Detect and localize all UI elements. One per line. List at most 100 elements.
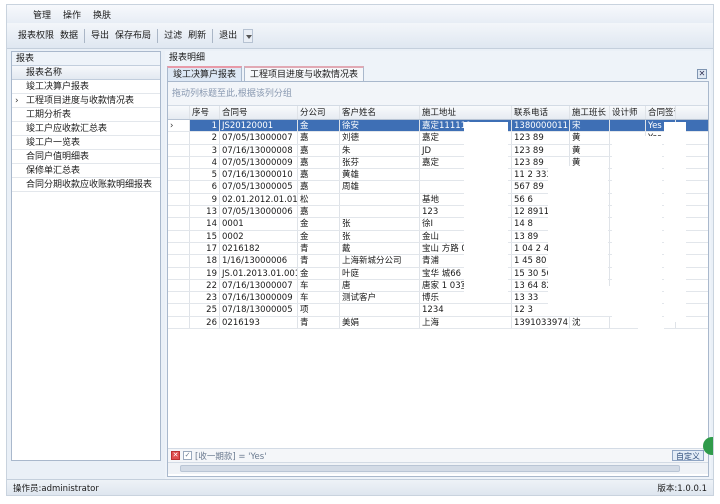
table-cell[interactable]: 22: [190, 279, 220, 292]
tab-progress-collection-report[interactable]: 工程项目进度与收款情况表: [244, 66, 365, 81]
data-button[interactable]: 数据: [57, 28, 81, 44]
export-button[interactable]: 导出: [88, 28, 112, 44]
row-indicator[interactable]: [168, 169, 190, 181]
table-cell[interactable]: 0216193: [220, 316, 298, 329]
column-header[interactable]: 设计师: [610, 106, 646, 119]
column-header[interactable]: 客户姓名: [340, 106, 420, 119]
table-cell[interactable]: 15: [190, 230, 220, 242]
table-cell[interactable]: 测试客户: [340, 292, 420, 304]
table-cell[interactable]: 07/05/13000006: [220, 206, 298, 218]
column-header[interactable]: 分公司: [298, 106, 340, 119]
table-cell[interactable]: JS20120001: [220, 120, 298, 132]
report-name-column-header[interactable]: 报表名称: [12, 66, 160, 80]
table-cell[interactable]: 黄雄: [340, 169, 420, 181]
table-cell[interactable]: 13: [190, 206, 220, 218]
table-cell[interactable]: 车: [298, 279, 340, 292]
table-cell[interactable]: 07/05/13000009: [220, 156, 298, 169]
table-cell[interactable]: 17: [190, 242, 220, 255]
scrollbar-thumb[interactable]: [180, 465, 680, 472]
table-cell[interactable]: 02.01.2012.01.0125: [220, 193, 298, 206]
customize-filter-button[interactable]: 自定义: [672, 450, 704, 461]
report-permission-button[interactable]: 报表权限: [15, 28, 57, 44]
table-cell[interactable]: 叶庭: [340, 267, 420, 279]
enable-filter-checkbox[interactable]: ✓: [183, 451, 192, 460]
row-indicator[interactable]: [168, 279, 190, 292]
table-cell[interactable]: 123 89: [512, 144, 570, 156]
table-cell[interactable]: 刘德: [340, 132, 420, 144]
table-cell[interactable]: 26: [190, 316, 220, 329]
table-cell[interactable]: [340, 193, 420, 206]
table-cell[interactable]: 嘉: [298, 169, 340, 181]
table-cell[interactable]: 嘉: [298, 132, 340, 144]
column-header[interactable]: 合同签订: [646, 106, 676, 119]
table-cell[interactable]: 嘉: [298, 144, 340, 156]
table-cell[interactable]: [610, 120, 646, 132]
exit-button[interactable]: 退出: [216, 28, 240, 44]
table-cell[interactable]: [340, 206, 420, 218]
table-cell[interactable]: 07/16/13000010: [220, 169, 298, 181]
row-indicator[interactable]: [168, 304, 190, 316]
report-list-item[interactable]: 工期分析表: [12, 108, 160, 122]
report-list-item[interactable]: 保修单汇总表: [12, 164, 160, 178]
table-cell[interactable]: 宋: [570, 120, 610, 132]
toolbar-overflow-dropdown-icon[interactable]: [243, 28, 254, 43]
table-cell[interactable]: 07/16/13000007: [220, 279, 298, 292]
report-list-item[interactable]: 竣工决算户报表: [12, 80, 160, 94]
table-cell[interactable]: 1: [190, 120, 220, 132]
table-cell[interactable]: 黄: [570, 132, 610, 144]
filter-expression[interactable]: [收一期款] = 'Yes': [195, 450, 267, 462]
table-cell[interactable]: 张: [340, 230, 420, 242]
table-cell[interactable]: 07/05/13000005: [220, 181, 298, 193]
group-by-hint[interactable]: 拖动列标题至此,根据该列分组: [168, 82, 708, 106]
menu-skin[interactable]: 换肤: [87, 8, 117, 21]
refresh-button[interactable]: 刷新: [185, 28, 209, 44]
table-cell[interactable]: 0001: [220, 218, 298, 230]
row-indicator[interactable]: [168, 132, 190, 144]
clear-filter-icon[interactable]: ✕: [171, 451, 180, 460]
table-cell[interactable]: 1/16/13000006: [220, 255, 298, 267]
column-header[interactable]: 合同号: [220, 106, 298, 119]
table-cell[interactable]: 0216182: [220, 242, 298, 255]
table-cell[interactable]: 嘉: [298, 206, 340, 218]
row-indicator[interactable]: [168, 156, 190, 169]
menu-manage[interactable]: 管理: [27, 8, 57, 21]
table-cell[interactable]: 张: [340, 218, 420, 230]
row-indicator[interactable]: [168, 242, 190, 255]
row-indicator[interactable]: [168, 230, 190, 242]
table-cell[interactable]: 徐安: [340, 120, 420, 132]
row-indicator[interactable]: [168, 193, 190, 206]
table-cell[interactable]: 车: [298, 292, 340, 304]
table-cell[interactable]: 张芬: [340, 156, 420, 169]
column-header[interactable]: 联系电话: [512, 106, 570, 119]
table-cell[interactable]: 2: [190, 132, 220, 144]
table-cell[interactable]: 19: [190, 267, 220, 279]
table-cell[interactable]: 23: [190, 292, 220, 304]
table-cell[interactable]: 3: [190, 144, 220, 156]
table-cell[interactable]: 18: [190, 255, 220, 267]
table-cell[interactable]: 07/05/13000007: [220, 132, 298, 144]
report-list-item[interactable]: 竣工户一览表: [12, 136, 160, 150]
table-cell[interactable]: 松: [298, 193, 340, 206]
table-cell[interactable]: 朱: [340, 144, 420, 156]
report-list-item[interactable]: 竣工户应收款汇总表: [12, 122, 160, 136]
column-header[interactable]: 施工班长: [570, 106, 610, 119]
close-tab-icon[interactable]: ✕: [697, 69, 707, 79]
table-cell[interactable]: 上海新城分公司: [340, 255, 420, 267]
table-cell[interactable]: 项: [298, 304, 340, 316]
column-header[interactable]: 施工地址: [420, 106, 512, 119]
menu-operate[interactable]: 操作: [57, 8, 87, 21]
table-cell[interactable]: 9: [190, 193, 220, 206]
table-cell[interactable]: 1234: [420, 304, 512, 316]
table-row[interactable]: ›1JS20120001金徐安嘉定1111111380000011111宋Yes: [168, 120, 708, 133]
row-indicator[interactable]: [168, 255, 190, 267]
row-indicator[interactable]: [168, 181, 190, 193]
table-cell[interactable]: 唐: [340, 279, 420, 292]
table-cell[interactable]: 07/18/13000005: [220, 304, 298, 316]
table-cell[interactable]: JS.01.2013.01.001: [220, 267, 298, 279]
table-cell[interactable]: 青: [298, 255, 340, 267]
row-indicator[interactable]: [168, 267, 190, 279]
floating-action-icon[interactable]: [703, 437, 713, 455]
table-cell[interactable]: 美娟: [340, 316, 420, 329]
row-indicator[interactable]: [168, 206, 190, 218]
report-list-item[interactable]: 合同分期收款应收账款明细报表: [12, 178, 160, 192]
